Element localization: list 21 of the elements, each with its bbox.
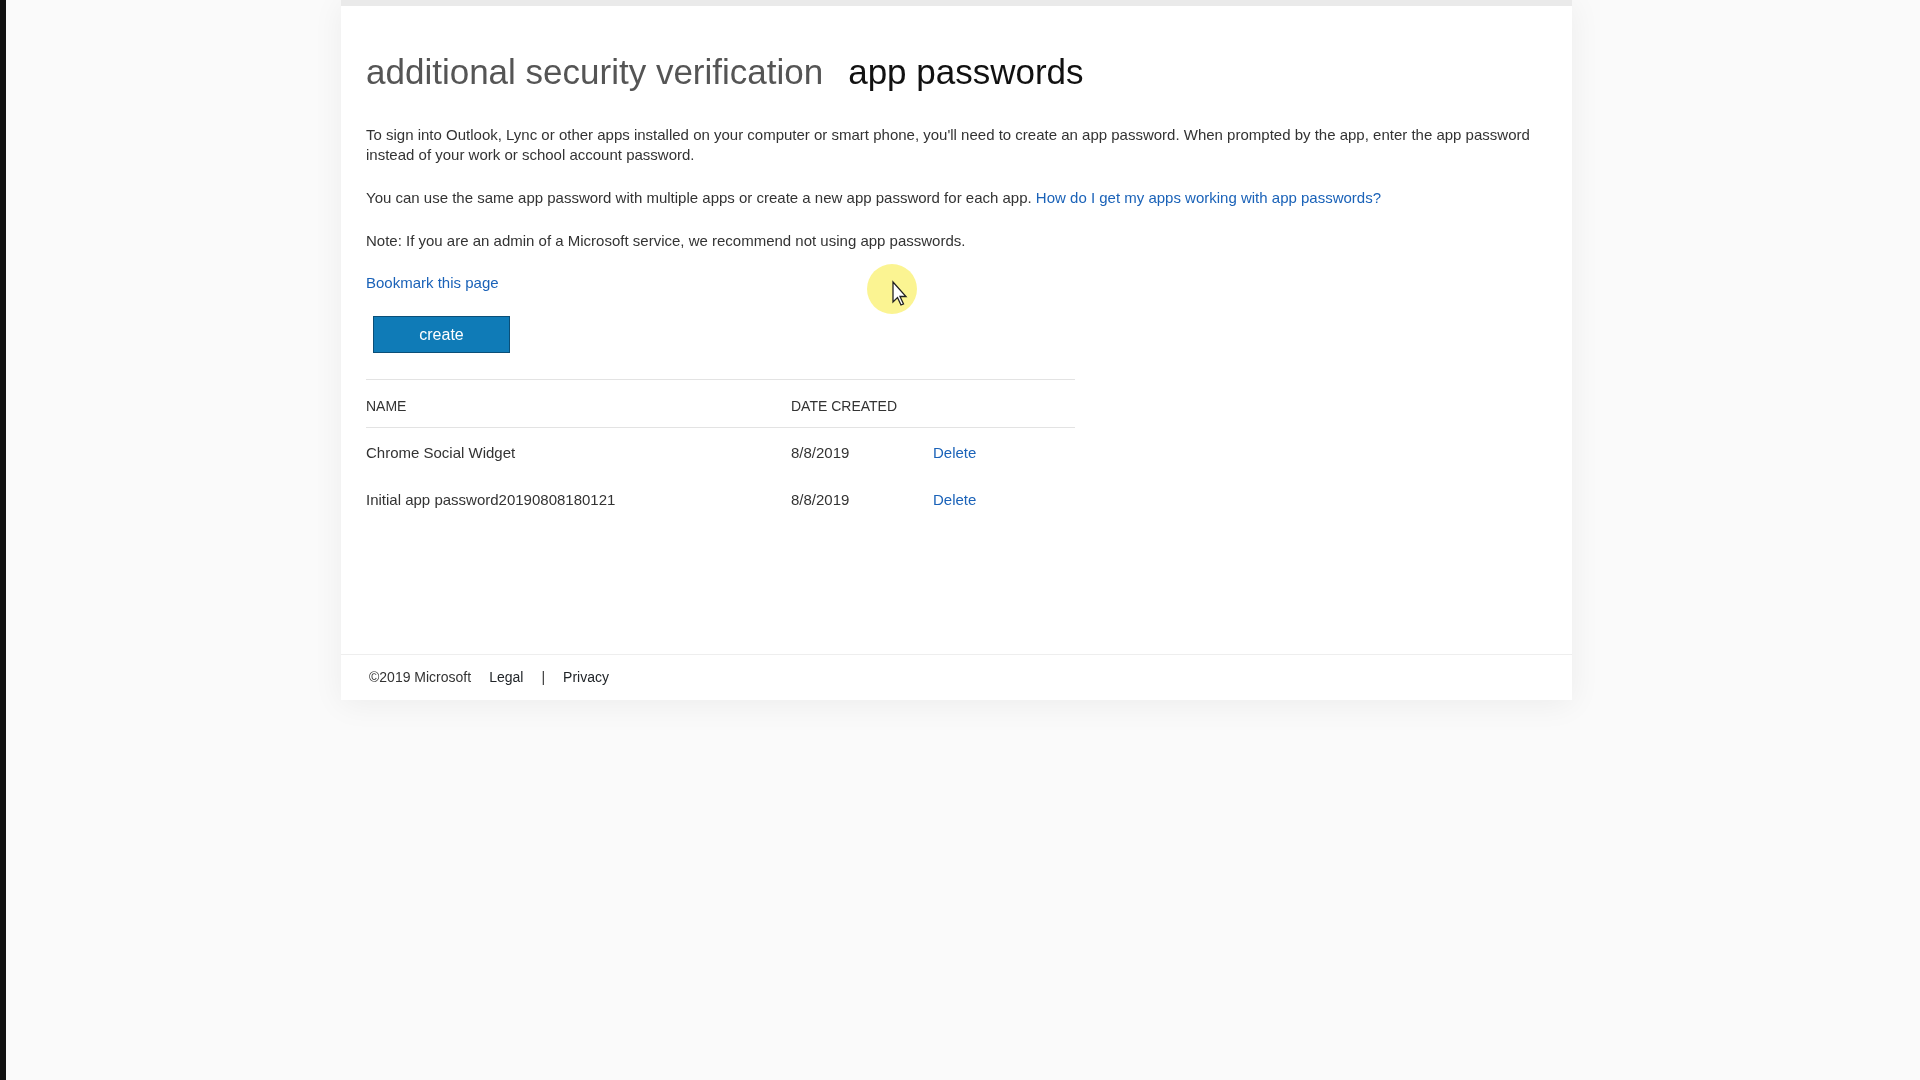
column-header: NAME [366, 397, 408, 416]
paragraph-text: Note: If you are an admin of a Microsoft service, we recommend not using app passwords. [366, 230, 967, 251]
help-link[interactable]: How do I get my apps working with app passwords? [1035, 188, 1382, 206]
separator-text: | [541, 668, 546, 687]
copyright-text: ©2019 Microsoft [369, 668, 472, 687]
cursor-icon [867, 264, 917, 314]
table-cell-text: 8/8/2019 [791, 443, 851, 463]
table-cell-text: Chrome Social Widget [366, 443, 517, 463]
footer-link[interactable]: Legal [489, 667, 524, 688]
table-cell-text: 8/8/2019 [791, 489, 851, 510]
create-button[interactable]: create [373, 316, 510, 353]
paragraph-text: You can use the same app password with multiple apps or create a new app password for each app. How do I get my apps working with app passwords? [366, 187, 1383, 208]
delete-link[interactable]: Delete [933, 442, 977, 465]
delete-link[interactable]: Delete [933, 488, 977, 511]
column-header: DATE CREATED [791, 397, 899, 416]
paragraph-text: To sign into Outlook, Lync or other apps installed on your computer or smart phone, you'll need to create an app password. When prompted by the app, enter the app password instead of your work or school account password. [366, 124, 1531, 165]
footer-link[interactable]: Privacy [563, 667, 609, 688]
tab[interactable]: app passwords [848, 46, 1084, 99]
bookmark-link[interactable]: Bookmark this page [366, 273, 499, 291]
table-cell-text: Initial app password20190808180121 [366, 489, 617, 510]
tab[interactable]: additional security verification [366, 46, 824, 99]
